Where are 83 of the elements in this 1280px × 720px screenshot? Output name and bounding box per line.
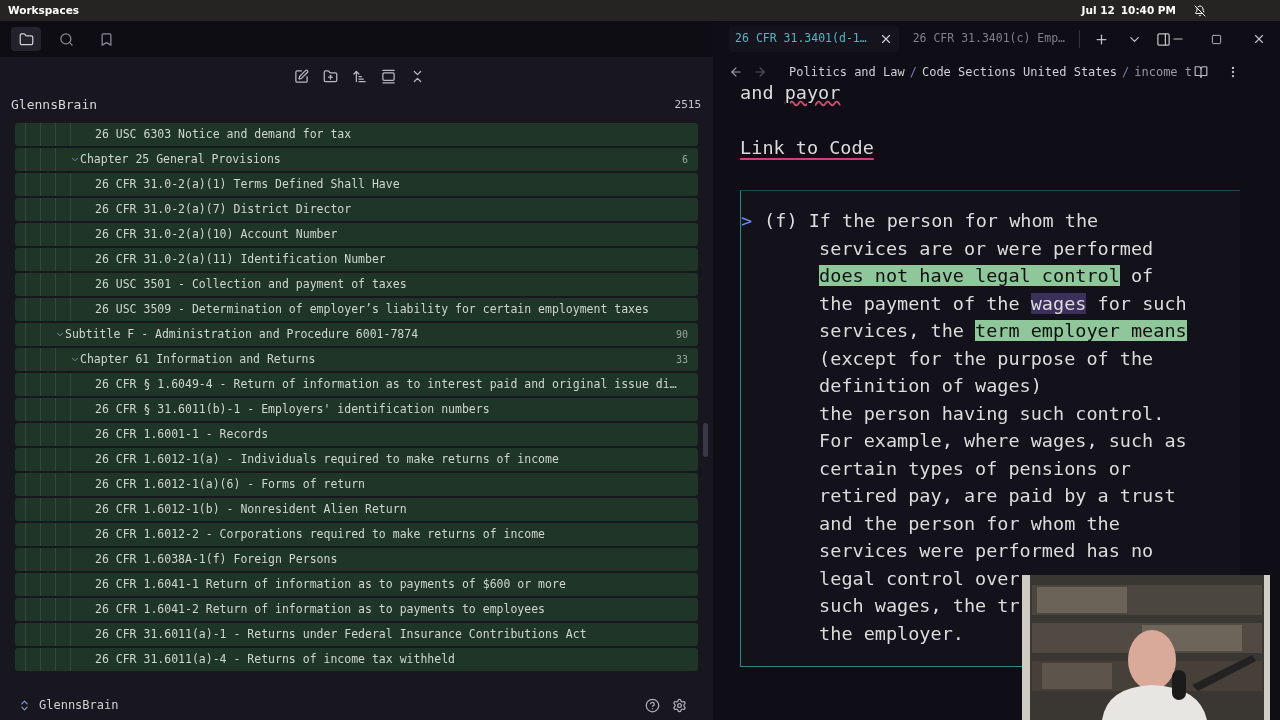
callout-line: such wages, the tr <box>818 594 1021 618</box>
callout-line: does not have legal control of <box>818 264 1155 288</box>
note-row[interactable]: 26 CFR 1.6001-1 - Records <box>15 423 698 446</box>
note-row[interactable]: 26 CFR 1.6012-2 - Corporations required to make returns of income <box>15 523 698 546</box>
note-name: 26 CFR 1.6041-2 Return of information as to payments to employees <box>95 600 547 618</box>
note-name: 26 CFR 1.6012-1(a) - Individuals required to make returns of income <box>95 450 560 468</box>
vault-switcher[interactable]: GlennsBrain <box>39 696 646 714</box>
callout-marker: > <box>741 209 754 233</box>
note-text: and payor <box>740 81 842 105</box>
note-name: 26 CFR 1.6012-1(a)(6) - Forms of return <box>95 475 367 493</box>
note-name: 26 USC 3509 - Determination of employer’s liability for certain employment taxes <box>95 300 650 318</box>
note-count: 6 <box>681 153 688 167</box>
note-row[interactable]: 26 USC 6303 Notice and demand for tax <box>15 123 698 146</box>
workspaces-label[interactable]: Workspaces <box>8 2 80 19</box>
note-row[interactable]: 26 CFR § 1.6049-4 - Return of information as to interest paid and original issue di… <box>15 373 698 396</box>
folder-row[interactable]: Subtitle F - Administration and Procedure 6001-7874 90 <box>15 323 698 346</box>
callout-line: services are or were performed <box>818 236 1155 261</box>
callout-line: (except for the purpose of the <box>818 346 1155 371</box>
callout-line: the payment of the wages for such <box>818 291 1187 316</box>
note-row[interactable]: 26 CFR 31.0-2(a)(7) District Director <box>15 198 698 221</box>
note-name: 26 CFR 31.6011(a)-4 - Returns of income tax withheld <box>95 650 457 668</box>
callout-line: the employer. <box>818 621 965 646</box>
clock: 10:40 PM <box>1120 2 1176 18</box>
highlighted-text: does not have legal control <box>819 265 1120 286</box>
callout-line: definition of wages) <box>818 374 1043 398</box>
note-row[interactable]: 26 CFR 1.6012-1(a)(6) - Forms of return <box>15 473 698 496</box>
note-name: 26 CFR 31.0-2(a)(10) Account Number <box>95 225 339 243</box>
note-row[interactable]: 26 CFR 1.6041-1 Return of information as to payments of $600 or more <box>15 573 698 596</box>
note-row[interactable]: 26 CFR 1.6012-1(b) - Nonresident Alien Return <box>15 498 698 521</box>
callout-line: the person having such control. <box>818 401 1166 426</box>
code-link[interactable]: Link to Code <box>740 136 874 158</box>
note-name: 26 CFR 31.6011(a)-1 - Returns under Federal Insurance Contributions Act <box>95 625 588 643</box>
callout-line: (f) If the person for whom the <box>764 209 1100 233</box>
callout-line: services, the term employer means <box>818 319 1187 343</box>
breadcrumb-item[interactable]: Code Sections United States <box>921 63 1117 81</box>
callout-line: certain types of pensions or <box>818 456 1132 481</box>
callout-line: services were performed has no <box>818 539 1155 563</box>
note-name: 26 CFR § 1.6049-4 - Return of information as to interest paid and original issue di… <box>95 375 678 393</box>
note-name: 26 CFR 31.0-2(a)(11) Identification Number <box>95 250 387 268</box>
note-name: 26 CFR 1.6012-1(b) - Nonresident Alien Return <box>95 500 408 518</box>
note-row[interactable]: 26 CFR 31.0-2(a)(1) Terms Defined Shall Have <box>15 173 698 196</box>
breadcrumb-item[interactable]: income t <box>1134 63 1193 81</box>
folder-name: Subtitle F - Administration and Procedure 6001-7874 <box>65 325 420 343</box>
note-name: 26 CFR 1.6041-1 Return of information as to payments of $600 or more <box>95 575 567 593</box>
note-name: 26 CFR 1.6038A-1(f) Foreign Persons <box>95 550 339 568</box>
note-row[interactable]: 26 CFR 1.6012-1(a) - Individuals required to make returns of income <box>15 448 698 471</box>
folder-row[interactable]: Chapter 61 Information and Returns 33 <box>15 348 698 371</box>
note-name: 26 CFR 1.6001-1 - Records <box>95 425 270 443</box>
selected-text: wages <box>1030 292 1087 314</box>
note-name: 26 CFR 31.0-2(a)(1) Terms Defined Shall Have <box>95 175 401 193</box>
breadcrumb-item[interactable]: Politics and Law <box>789 63 905 81</box>
note-row[interactable]: 26 CFR 31.6011(a)-4 - Returns of income tax withheld <box>15 648 698 671</box>
note-row[interactable]: 26 CFR 31.6011(a)-1 - Returns under Federal Insurance Contributions Act <box>15 623 698 646</box>
note-row[interactable]: 26 CFR 1.6041-2 Return of information as to payments to employees <box>15 598 698 621</box>
note-name: 26 CFR § 31.6011(b)-1 - Employers' identification numbers <box>95 400 491 418</box>
file-count: 2515 <box>674 96 702 113</box>
note-row[interactable]: 26 CFR 31.0-2(a)(10) Account Number <box>15 223 698 246</box>
note-name: 26 CFR 1.6012-2 - Corporations required to make returns of income <box>95 525 547 543</box>
vault-title: GlennsBrain <box>11 96 99 115</box>
note-count: 90 <box>675 328 688 342</box>
folder-name: Chapter 25 General Provisions <box>80 150 282 168</box>
note-name: 26 USC 6303 Notice and demand for tax <box>95 125 353 143</box>
note-tab[interactable]: 26 CFR 31.3401(d-1… <box>729 26 899 52</box>
callout-line: retired pay, are paid by a trust <box>818 484 1177 508</box>
breadcrumb-separator: / <box>1122 64 1130 81</box>
note-row[interactable]: 26 USC 3501 - Collection and payment of taxes <box>15 273 698 296</box>
note-count: 33 <box>675 353 688 367</box>
folder-name: Chapter 61 Information and Returns <box>80 350 317 368</box>
note-name: 26 CFR 31.0-2(a)(7) District Director <box>95 200 353 218</box>
breadcrumb-separator: / <box>909 64 917 81</box>
date-label: Jul 12 <box>1081 2 1115 18</box>
note-name: 26 USC 3501 - Collection and payment of taxes <box>95 275 408 293</box>
note-tab[interactable]: 26 CFR 31.3401(c) Emp… <box>906 26 1071 52</box>
highlighted-text: term employer means <box>975 320 1187 341</box>
callout-line: legal control over <box>818 566 1021 591</box>
note-row[interactable]: 26 CFR 1.6038A-1(f) Foreign Persons <box>15 548 698 571</box>
misspelled-word: payor <box>784 82 841 103</box>
callout-line: and the person for whom the <box>818 511 1121 536</box>
note-row[interactable]: 26 CFR 31.0-2(a)(11) Identification Number <box>15 248 698 271</box>
note-row[interactable]: 26 CFR § 31.6011(b)-1 - Employers' identification numbers <box>15 398 698 421</box>
callout-line: For example, where wages, such as <box>818 429 1187 453</box>
note-row[interactable]: 26 USC 3509 - Determination of employer’s liability for certain employment taxes <box>15 298 698 321</box>
folder-row[interactable]: Chapter 25 General Provisions 6 <box>15 148 698 171</box>
